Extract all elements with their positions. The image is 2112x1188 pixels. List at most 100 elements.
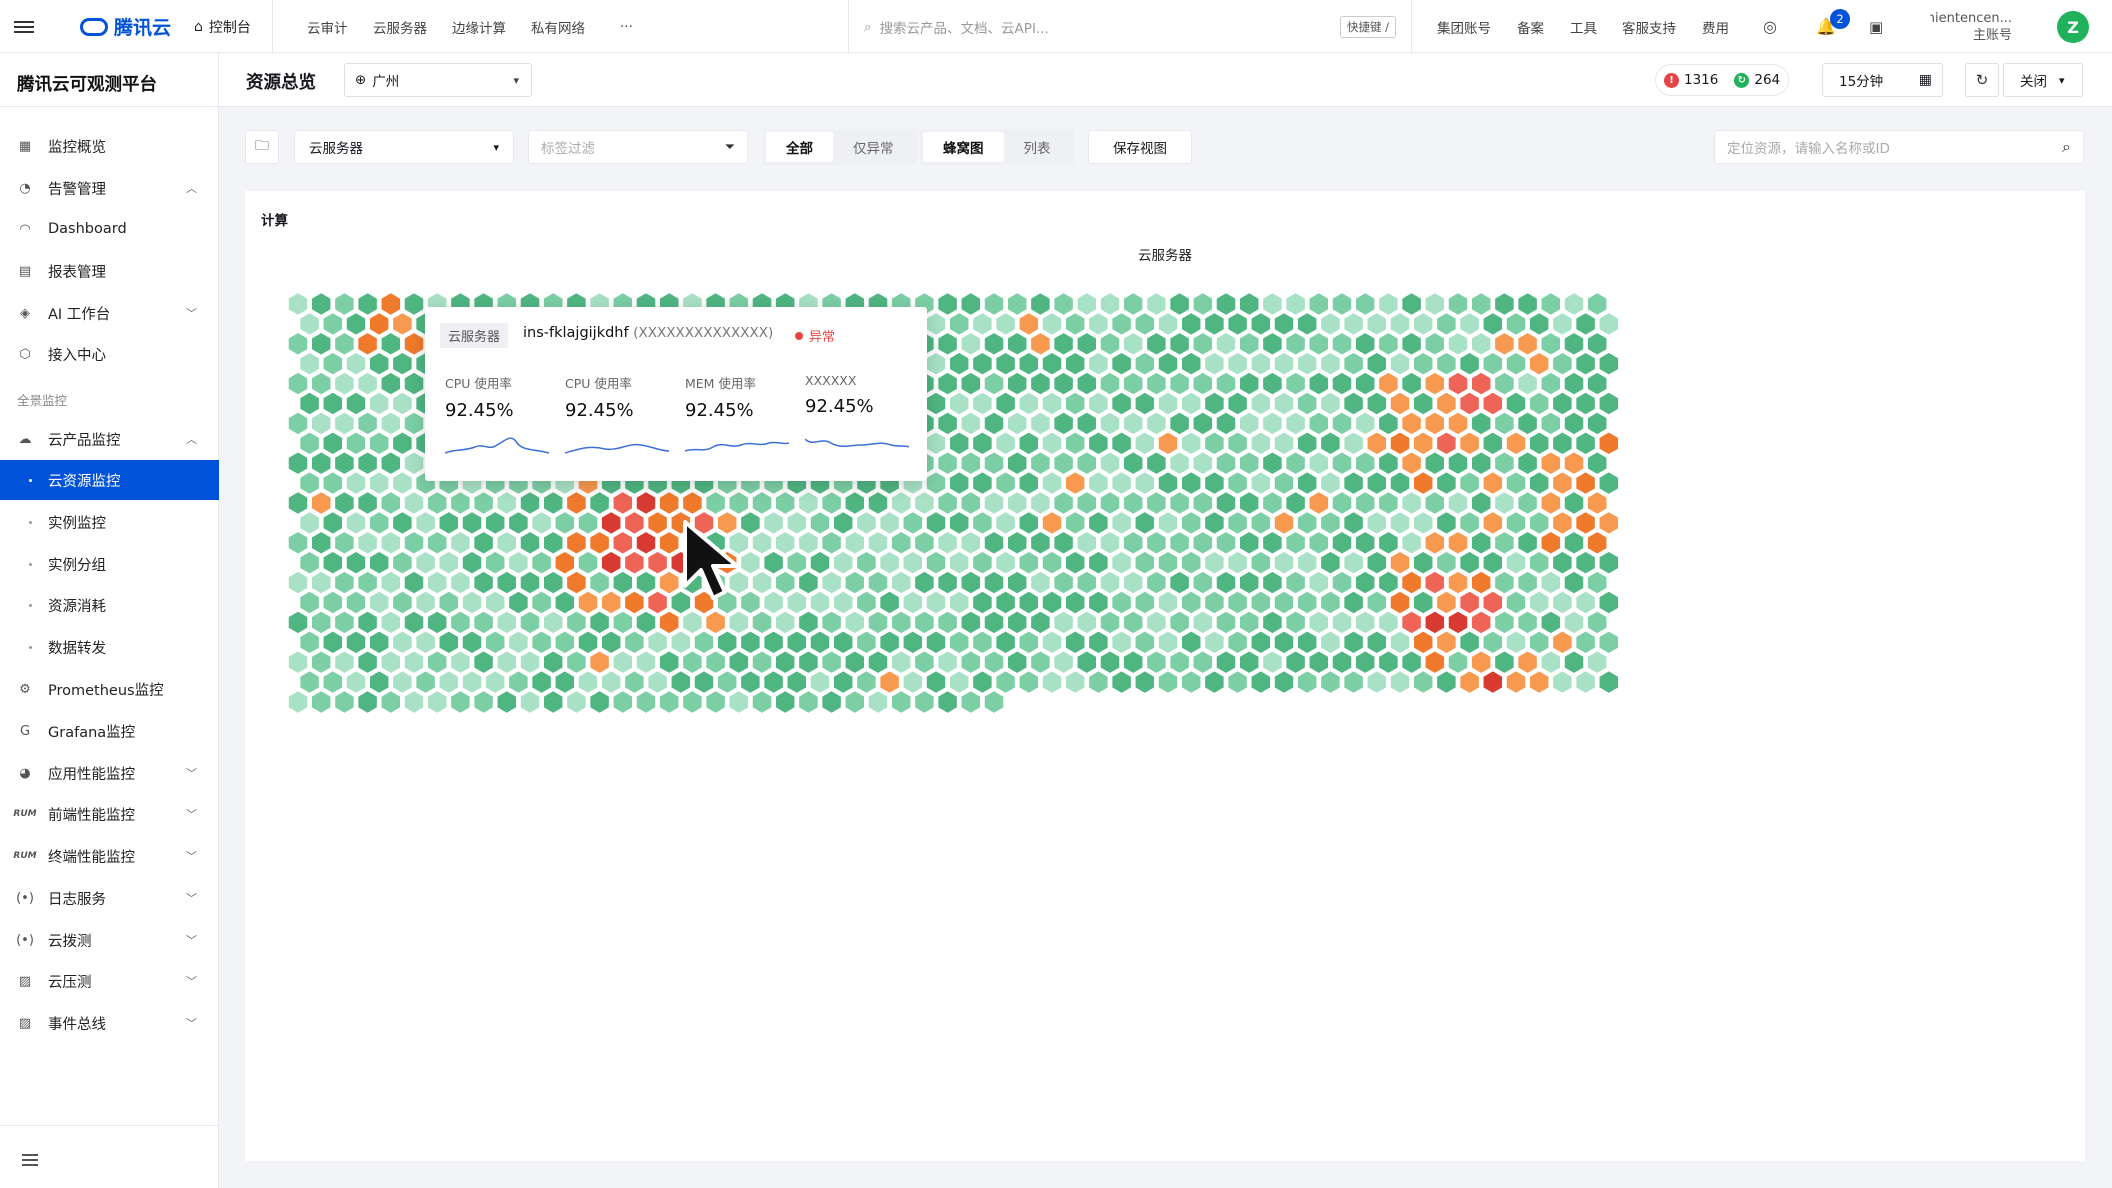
instance-hex[interactable] bbox=[1052, 490, 1075, 516]
instance-hex[interactable] bbox=[1551, 430, 1574, 456]
instance-hex[interactable] bbox=[1261, 609, 1284, 635]
instance-hex[interactable] bbox=[345, 629, 367, 655]
instance-hex[interactable] bbox=[1319, 510, 1342, 536]
instance-hex[interactable] bbox=[1110, 629, 1133, 655]
instance-hex[interactable] bbox=[380, 371, 402, 397]
instance-hex[interactable] bbox=[902, 510, 924, 536]
instance-hex[interactable] bbox=[1412, 590, 1434, 615]
instance-hex[interactable] bbox=[1354, 609, 1376, 635]
instance-hex[interactable] bbox=[1319, 391, 1342, 416]
instance-hex[interactable] bbox=[658, 649, 680, 675]
instance-hex[interactable] bbox=[1470, 570, 1492, 596]
instance-hex[interactable] bbox=[461, 669, 483, 695]
instance-hex[interactable] bbox=[1412, 311, 1434, 337]
instance-hex[interactable] bbox=[1563, 291, 1585, 317]
instance-hex[interactable] bbox=[1157, 550, 1179, 576]
instance-hex[interactable] bbox=[1400, 371, 1423, 397]
instance-hex[interactable] bbox=[1551, 351, 1574, 377]
instance-hex[interactable] bbox=[1377, 649, 1400, 675]
instance-hex[interactable] bbox=[751, 609, 773, 635]
instance-hex[interactable] bbox=[1064, 550, 1086, 576]
instance-hex[interactable] bbox=[751, 689, 773, 715]
instance-hex[interactable] bbox=[1203, 351, 1226, 377]
instance-hex[interactable] bbox=[298, 510, 321, 536]
instance-hex[interactable] bbox=[971, 629, 994, 655]
instance-hex[interactable] bbox=[960, 609, 982, 635]
instance-hex[interactable] bbox=[1389, 351, 1411, 377]
instance-hex[interactable] bbox=[1319, 430, 1342, 456]
instance-hex[interactable] bbox=[1377, 450, 1400, 476]
instance-hex[interactable] bbox=[635, 689, 657, 715]
instance-hex[interactable] bbox=[1145, 450, 1168, 476]
instance-hex[interactable] bbox=[298, 351, 321, 377]
instance-hex[interactable] bbox=[403, 530, 425, 556]
instance-hex[interactable] bbox=[878, 550, 901, 576]
instance-hex[interactable] bbox=[1377, 570, 1400, 596]
instance-hex[interactable] bbox=[1598, 510, 1620, 536]
instance-hex[interactable] bbox=[1238, 490, 1260, 516]
instance-hex[interactable] bbox=[786, 510, 808, 536]
instance-hex[interactable] bbox=[1331, 570, 1353, 596]
instance-hex[interactable] bbox=[1377, 609, 1400, 635]
instance-hex[interactable] bbox=[449, 490, 472, 516]
instance-hex[interactable] bbox=[1238, 570, 1260, 596]
instance-hex[interactable] bbox=[1482, 510, 1504, 536]
instance-hex[interactable] bbox=[971, 430, 994, 456]
instance-hex[interactable] bbox=[391, 470, 414, 496]
instance-hex[interactable] bbox=[983, 490, 1005, 516]
instance-hex[interactable] bbox=[1052, 570, 1075, 596]
instance-hex[interactable] bbox=[1505, 550, 1527, 576]
instance-hex[interactable] bbox=[1018, 470, 1040, 496]
instance-hex[interactable] bbox=[1435, 391, 1458, 416]
instance-hex[interactable] bbox=[507, 669, 530, 695]
instance-hex[interactable] bbox=[612, 570, 634, 596]
instance-hex[interactable] bbox=[298, 550, 321, 576]
instance-hex[interactable] bbox=[1435, 430, 1458, 456]
instance-hex[interactable] bbox=[994, 311, 1017, 337]
instance-hex[interactable] bbox=[1493, 291, 1516, 317]
instance-hex[interactable] bbox=[333, 291, 356, 317]
instance-hex[interactable] bbox=[1087, 510, 1110, 536]
instance-hex[interactable] bbox=[902, 590, 924, 615]
instance-hex[interactable] bbox=[1598, 590, 1620, 615]
instance-hex[interactable] bbox=[356, 649, 379, 675]
instance-hex[interactable] bbox=[774, 570, 796, 596]
instance-hex[interactable] bbox=[681, 689, 704, 715]
instance-hex[interactable] bbox=[612, 649, 634, 675]
instance-hex[interactable] bbox=[1087, 550, 1110, 576]
instance-hex[interactable] bbox=[635, 609, 657, 635]
instance-hex[interactable] bbox=[310, 649, 332, 675]
instance-hex[interactable] bbox=[1099, 609, 1121, 635]
instance-hex[interactable] bbox=[1540, 291, 1562, 317]
instance-hex[interactable] bbox=[762, 629, 785, 655]
instance-hex[interactable] bbox=[298, 470, 321, 496]
instance-hex[interactable] bbox=[1145, 490, 1168, 516]
instance-hex[interactable] bbox=[1250, 430, 1272, 456]
instance-hex[interactable] bbox=[797, 530, 820, 556]
instance-hex[interactable] bbox=[496, 530, 518, 556]
instance-hex[interactable] bbox=[878, 590, 901, 615]
instance-hex[interactable] bbox=[960, 689, 982, 715]
instance-hex[interactable] bbox=[1354, 450, 1376, 476]
instance-hex[interactable] bbox=[438, 510, 460, 536]
instance-hex[interactable] bbox=[1099, 570, 1121, 596]
instance-hex[interactable] bbox=[1180, 391, 1202, 416]
instance-hex[interactable] bbox=[1018, 669, 1040, 695]
instance-hex[interactable] bbox=[1018, 351, 1040, 377]
instance-hex[interactable] bbox=[391, 629, 414, 655]
instance-hex[interactable] bbox=[867, 609, 889, 635]
instance-hex[interactable] bbox=[565, 570, 588, 596]
instance-hex[interactable] bbox=[345, 510, 367, 536]
instance-hex[interactable] bbox=[925, 470, 947, 496]
instance-hex[interactable] bbox=[1168, 410, 1191, 436]
instance-hex[interactable] bbox=[1319, 311, 1342, 337]
instance-hex[interactable] bbox=[1342, 669, 1365, 695]
instance-hex[interactable] bbox=[461, 590, 483, 615]
instance-hex[interactable] bbox=[809, 510, 831, 536]
instance-hex[interactable] bbox=[1180, 550, 1202, 576]
instance-hex[interactable] bbox=[287, 331, 309, 357]
instance-hex[interactable] bbox=[681, 609, 704, 635]
instance-hex[interactable] bbox=[994, 351, 1017, 377]
instance-hex[interactable] bbox=[925, 590, 947, 615]
instance-hex[interactable] bbox=[1064, 391, 1086, 416]
